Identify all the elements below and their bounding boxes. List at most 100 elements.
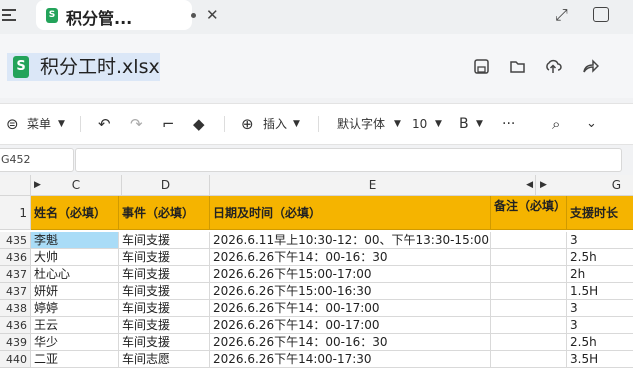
- cell-reference-box[interactable]: G452: [0, 148, 74, 172]
- eraser-icon[interactable]: ◆: [193, 104, 205, 144]
- cell-name[interactable]: 妍妍: [31, 283, 119, 300]
- cell-datetime[interactable]: 2026.6.26下午14：00-16：30: [210, 334, 491, 351]
- cell-duration[interactable]: 2.5h: [567, 249, 633, 266]
- header-cell-name[interactable]: 姓名（必填）: [31, 196, 119, 230]
- row-header[interactable]: 1: [0, 196, 31, 230]
- undo-icon[interactable]: ↶: [98, 104, 111, 144]
- spreadsheet-icon: S: [13, 56, 29, 78]
- spreadsheet-icon: S: [46, 8, 58, 23]
- format-painter-icon[interactable]: ⌐: [162, 104, 175, 144]
- share-icon[interactable]: [581, 57, 599, 75]
- cell-event[interactable]: 车间支援: [119, 317, 210, 334]
- column-header-d[interactable]: D: [122, 175, 210, 196]
- menu-button[interactable]: 菜单: [27, 104, 51, 144]
- cell-event[interactable]: 车间支援: [119, 283, 210, 300]
- cell-note[interactable]: [491, 317, 567, 334]
- cell-event[interactable]: 车间支援: [119, 266, 210, 283]
- font-name-select[interactable]: 默认字体: [337, 104, 385, 144]
- file-title-area[interactable]: S 积分工时.xlsx: [7, 53, 160, 81]
- row-header[interactable]: 440: [0, 351, 31, 368]
- row-header[interactable]: 436: [0, 317, 31, 334]
- chevron-down-icon[interactable]: ▼: [476, 104, 483, 144]
- cell-duration[interactable]: 2.5h: [567, 334, 633, 351]
- cell-note[interactable]: [491, 334, 567, 351]
- cell-name[interactable]: 华少: [31, 334, 119, 351]
- cloud-upload-icon[interactable]: [544, 57, 562, 75]
- row-header[interactable]: 438: [0, 300, 31, 317]
- folder-icon[interactable]: [509, 58, 526, 75]
- column-header-c[interactable]: ▶ C: [31, 175, 122, 196]
- freeze-left-icon[interactable]: ◀: [526, 175, 533, 196]
- bold-button[interactable]: B: [459, 104, 469, 144]
- cell-duration[interactable]: 3: [567, 300, 633, 317]
- header-cell-duration[interactable]: 支援时长: [567, 196, 633, 230]
- cell-datetime[interactable]: 2026.6.26下午14：00-17:00: [210, 317, 491, 334]
- hamburger-menu-icon[interactable]: [0, 6, 20, 26]
- freeze-right-icon[interactable]: ▶: [540, 175, 547, 196]
- cell-duration[interactable]: 1.5H: [567, 283, 633, 300]
- cell-datetime[interactable]: 2026.6.26下午14：00-16：30: [210, 249, 491, 266]
- formula-input[interactable]: [75, 148, 622, 172]
- chevron-down-icon[interactable]: ▼: [293, 104, 300, 144]
- cell-duration[interactable]: 3.5H: [567, 351, 633, 368]
- header-cell-event[interactable]: 事件（必填）: [119, 196, 210, 230]
- cell-event[interactable]: 车间支援: [119, 249, 210, 266]
- row-header[interactable]: 436: [0, 249, 31, 266]
- cell-datetime[interactable]: 2026.6.11早上10:30-12：00、下午13:30-15:00: [210, 232, 491, 249]
- cell-event[interactable]: 车间支援: [119, 232, 210, 249]
- search-icon[interactable]: ⌕: [552, 104, 560, 144]
- cell-event[interactable]: 车间志愿: [119, 351, 210, 368]
- cell-datetime[interactable]: 2026.6.26下午15:00-17:00: [210, 266, 491, 283]
- chevron-down-icon[interactable]: ▼: [394, 104, 401, 144]
- cell-duration[interactable]: 3: [567, 317, 633, 334]
- chevron-down-icon[interactable]: ▼: [435, 104, 442, 144]
- toolbar: ⊜ 菜单 ▼ ↶ ↷ ⌐ ◆ ⊕ 插入 ▼ 默认字体 ▼ 10 ▼ B ▼ ··…: [0, 103, 633, 145]
- cell-note[interactable]: [491, 351, 567, 368]
- column-header-g[interactable]: ▶ G: [536, 175, 633, 196]
- insert-button[interactable]: 插入: [263, 104, 287, 144]
- unsaved-dot-icon: [191, 13, 196, 18]
- cell-name[interactable]: 大帅: [31, 249, 119, 266]
- header-cell-datetime[interactable]: 日期及时间（必填）: [210, 196, 491, 230]
- cell-datetime[interactable]: 2026.6.26下午15:00-16:30: [210, 283, 491, 300]
- cell-name[interactable]: 二亚: [31, 351, 119, 368]
- redo-icon[interactable]: ↷: [130, 104, 143, 144]
- document-tab[interactable]: S 积分管... ✕: [36, 0, 219, 30]
- insert-plus-icon[interactable]: ⊕: [241, 104, 254, 144]
- cell-note[interactable]: [491, 232, 567, 249]
- row-header[interactable]: 439: [0, 334, 31, 351]
- cell-name[interactable]: 婷婷: [31, 300, 119, 317]
- cell-datetime[interactable]: 2026.6.26下午14：00-17:00: [210, 300, 491, 317]
- row-header[interactable]: 435: [0, 232, 31, 249]
- collapse-toolbar-icon[interactable]: ⌄: [586, 104, 597, 144]
- cell-note[interactable]: [491, 283, 567, 300]
- cell-duration[interactable]: 2h: [567, 266, 633, 283]
- font-size-select[interactable]: 10: [412, 104, 427, 144]
- cell-duration[interactable]: 3: [567, 232, 633, 249]
- more-button[interactable]: ···: [502, 104, 515, 144]
- header-cell-note[interactable]: 备注（必填）: [491, 196, 567, 230]
- menu-icon[interactable]: ⊜: [6, 104, 19, 144]
- expand-icon[interactable]: ⤢: [555, 5, 568, 25]
- cell-name[interactable]: 杜心心: [31, 266, 119, 283]
- column-header-e[interactable]: E ◀: [210, 175, 536, 196]
- cell-note[interactable]: [491, 249, 567, 266]
- scroll-left-icon[interactable]: ▶: [34, 175, 41, 196]
- cell-name[interactable]: 王云: [31, 317, 119, 334]
- file-title: 积分工时.xlsx: [40, 56, 160, 78]
- window-mode-icon[interactable]: [593, 7, 609, 22]
- cell-event[interactable]: 车间支援: [119, 334, 210, 351]
- cell-note[interactable]: [491, 266, 567, 283]
- row-header[interactable]: 437: [0, 283, 31, 300]
- tab-title: 积分管...: [66, 9, 133, 28]
- cell-note[interactable]: [491, 300, 567, 317]
- close-tab-icon[interactable]: ✕: [206, 6, 219, 24]
- save-icon[interactable]: [473, 58, 490, 75]
- select-all-corner[interactable]: [0, 175, 31, 196]
- cell-datetime[interactable]: 2026.6.26下午14:00-17:30: [210, 351, 491, 368]
- spreadsheet-grid: ▶ C D E ◀ ▶ G 1 姓名（必填） 事件（必填） 日期及时间（必填） …: [0, 175, 633, 375]
- cell-event[interactable]: 车间支援: [119, 300, 210, 317]
- cell-name[interactable]: 李魁: [31, 232, 119, 249]
- chevron-down-icon[interactable]: ▼: [58, 104, 65, 144]
- row-header[interactable]: 437: [0, 266, 31, 283]
